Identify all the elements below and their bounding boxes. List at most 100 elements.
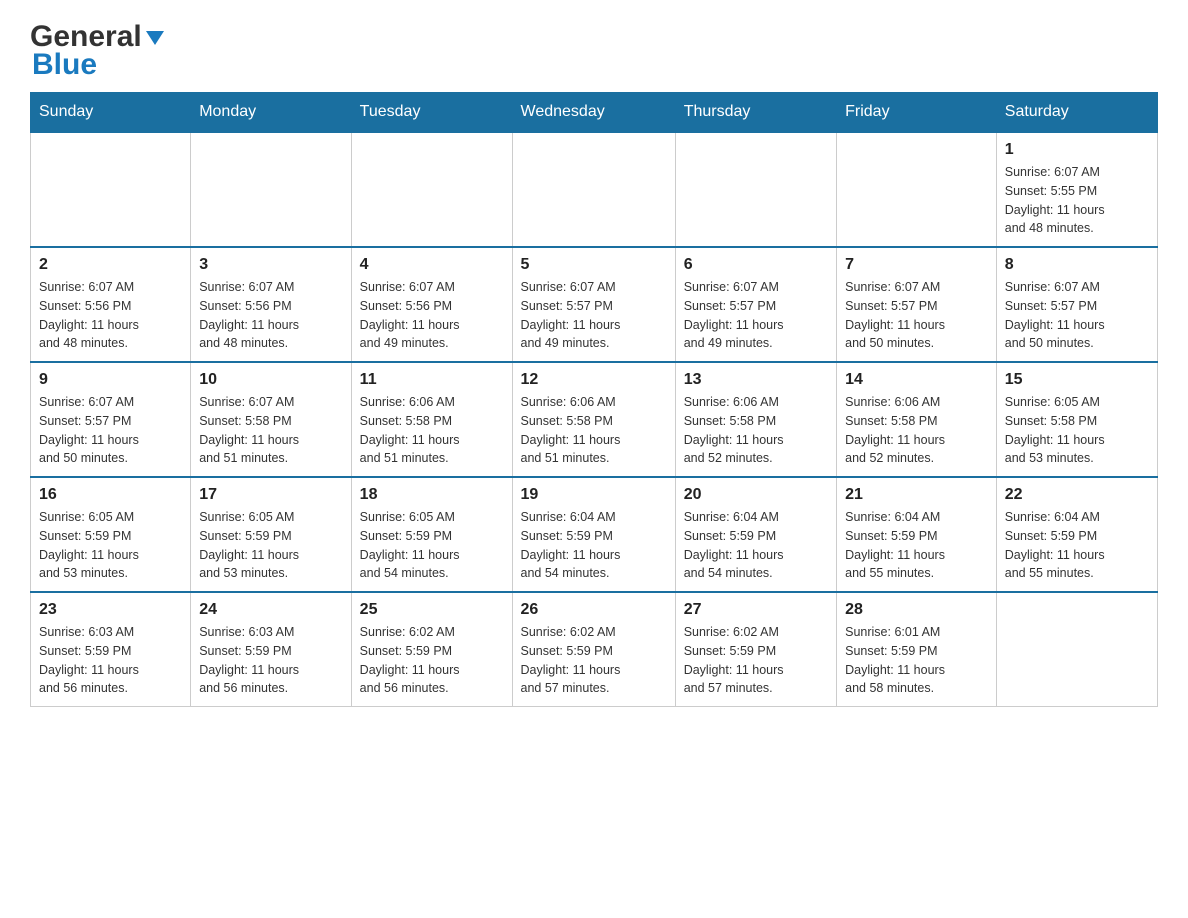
day-info-text: and 50 minutes. — [39, 449, 182, 468]
calendar-cell: 23Sunrise: 6:03 AMSunset: 5:59 PMDayligh… — [31, 592, 191, 707]
calendar-cell: 2Sunrise: 6:07 AMSunset: 5:56 PMDaylight… — [31, 247, 191, 362]
day-info-text: and 54 minutes. — [360, 564, 504, 583]
day-info-text: Sunset: 5:56 PM — [360, 297, 504, 316]
day-info-text: Sunset: 5:58 PM — [360, 412, 504, 431]
day-info-text: Sunset: 5:59 PM — [845, 527, 988, 546]
day-info-text: Daylight: 11 hours — [199, 316, 342, 335]
day-info-text: and 52 minutes. — [684, 449, 828, 468]
calendar-cell: 20Sunrise: 6:04 AMSunset: 5:59 PMDayligh… — [675, 477, 836, 592]
day-info-text: Sunset: 5:59 PM — [360, 527, 504, 546]
calendar-cell — [191, 132, 351, 247]
day-info-text: Sunset: 5:55 PM — [1005, 182, 1149, 201]
day-info-text: and 56 minutes. — [39, 679, 182, 698]
day-number: 14 — [845, 371, 988, 389]
day-number: 25 — [360, 601, 504, 619]
day-info-text: and 57 minutes. — [684, 679, 828, 698]
day-info-text: Daylight: 11 hours — [39, 661, 182, 680]
calendar-cell — [512, 132, 675, 247]
day-info-text: and 48 minutes. — [199, 334, 342, 353]
day-info-text: and 51 minutes. — [360, 449, 504, 468]
day-info-text: Sunrise: 6:02 AM — [684, 623, 828, 642]
calendar-cell: 12Sunrise: 6:06 AMSunset: 5:58 PMDayligh… — [512, 362, 675, 477]
day-info-text: Sunrise: 6:02 AM — [521, 623, 667, 642]
calendar-cell: 24Sunrise: 6:03 AMSunset: 5:59 PMDayligh… — [191, 592, 351, 707]
day-number: 13 — [684, 371, 828, 389]
day-info-text: Sunset: 5:59 PM — [360, 642, 504, 661]
day-info-text: Sunrise: 6:06 AM — [360, 393, 504, 412]
day-info-text: Daylight: 11 hours — [199, 431, 342, 450]
calendar-cell: 3Sunrise: 6:07 AMSunset: 5:56 PMDaylight… — [191, 247, 351, 362]
day-info-text: Sunset: 5:59 PM — [1005, 527, 1149, 546]
calendar-cell: 17Sunrise: 6:05 AMSunset: 5:59 PMDayligh… — [191, 477, 351, 592]
day-info-text: Daylight: 11 hours — [845, 431, 988, 450]
day-number: 19 — [521, 486, 667, 504]
day-info-text: Sunrise: 6:07 AM — [39, 278, 182, 297]
day-number: 21 — [845, 486, 988, 504]
day-number: 6 — [684, 256, 828, 274]
day-number: 16 — [39, 486, 182, 504]
day-info-text: Sunrise: 6:07 AM — [845, 278, 988, 297]
day-info-text: and 49 minutes. — [360, 334, 504, 353]
calendar-cell: 10Sunrise: 6:07 AMSunset: 5:58 PMDayligh… — [191, 362, 351, 477]
day-info-text: and 55 minutes. — [845, 564, 988, 583]
day-info-text: Sunset: 5:59 PM — [199, 527, 342, 546]
day-info-text: and 56 minutes. — [360, 679, 504, 698]
calendar-cell: 26Sunrise: 6:02 AMSunset: 5:59 PMDayligh… — [512, 592, 675, 707]
day-info-text: Sunrise: 6:07 AM — [360, 278, 504, 297]
day-info-text: Daylight: 11 hours — [845, 546, 988, 565]
day-info-text: Sunrise: 6:04 AM — [1005, 508, 1149, 527]
day-info-text: Sunrise: 6:07 AM — [1005, 163, 1149, 182]
day-info-text: Sunrise: 6:07 AM — [199, 278, 342, 297]
calendar-cell: 8Sunrise: 6:07 AMSunset: 5:57 PMDaylight… — [996, 247, 1157, 362]
calendar-week-row: 2Sunrise: 6:07 AMSunset: 5:56 PMDaylight… — [31, 247, 1158, 362]
day-info-text: Daylight: 11 hours — [39, 546, 182, 565]
day-info-text: and 52 minutes. — [845, 449, 988, 468]
day-info-text: Sunset: 5:56 PM — [39, 297, 182, 316]
day-number: 3 — [199, 256, 342, 274]
weekday-header-friday: Friday — [837, 93, 997, 133]
day-number: 2 — [39, 256, 182, 274]
day-info-text: and 48 minutes. — [1005, 219, 1149, 238]
weekday-header-tuesday: Tuesday — [351, 93, 512, 133]
calendar-cell: 21Sunrise: 6:04 AMSunset: 5:59 PMDayligh… — [837, 477, 997, 592]
calendar-cell: 16Sunrise: 6:05 AMSunset: 5:59 PMDayligh… — [31, 477, 191, 592]
calendar-table: SundayMondayTuesdayWednesdayThursdayFrid… — [30, 92, 1158, 707]
calendar-week-row: 16Sunrise: 6:05 AMSunset: 5:59 PMDayligh… — [31, 477, 1158, 592]
page-header: General Blue — [30, 20, 1158, 82]
day-info-text: Daylight: 11 hours — [360, 661, 504, 680]
day-info-text: and 53 minutes. — [199, 564, 342, 583]
day-number: 8 — [1005, 256, 1149, 274]
weekday-header-thursday: Thursday — [675, 93, 836, 133]
day-info-text: Sunrise: 6:06 AM — [684, 393, 828, 412]
day-number: 10 — [199, 371, 342, 389]
day-info-text: Sunrise: 6:07 AM — [199, 393, 342, 412]
day-number: 11 — [360, 371, 504, 389]
day-info-text: Sunset: 5:57 PM — [521, 297, 667, 316]
weekday-header-row: SundayMondayTuesdayWednesdayThursdayFrid… — [31, 93, 1158, 133]
day-info-text: Sunrise: 6:07 AM — [521, 278, 667, 297]
calendar-cell — [675, 132, 836, 247]
day-info-text: Daylight: 11 hours — [360, 431, 504, 450]
day-info-text: Daylight: 11 hours — [845, 661, 988, 680]
day-info-text: and 51 minutes. — [199, 449, 342, 468]
day-info-text: Daylight: 11 hours — [521, 431, 667, 450]
day-info-text: Sunset: 5:57 PM — [684, 297, 828, 316]
day-info-text: Sunrise: 6:02 AM — [360, 623, 504, 642]
day-info-text: Sunrise: 6:03 AM — [39, 623, 182, 642]
day-number: 18 — [360, 486, 504, 504]
calendar-cell — [996, 592, 1157, 707]
day-info-text: Sunrise: 6:07 AM — [684, 278, 828, 297]
day-number: 15 — [1005, 371, 1149, 389]
day-number: 20 — [684, 486, 828, 504]
day-info-text: Daylight: 11 hours — [684, 316, 828, 335]
logo-arrow-icon — [144, 27, 166, 49]
day-info-text: and 54 minutes. — [521, 564, 667, 583]
day-info-text: and 48 minutes. — [39, 334, 182, 353]
day-info-text: Daylight: 11 hours — [360, 316, 504, 335]
day-info-text: Sunset: 5:57 PM — [1005, 297, 1149, 316]
day-number: 28 — [845, 601, 988, 619]
day-info-text: Sunset: 5:59 PM — [684, 642, 828, 661]
logo-blue-text: Blue — [32, 48, 97, 82]
day-info-text: Sunrise: 6:05 AM — [1005, 393, 1149, 412]
day-info-text: Daylight: 11 hours — [521, 546, 667, 565]
